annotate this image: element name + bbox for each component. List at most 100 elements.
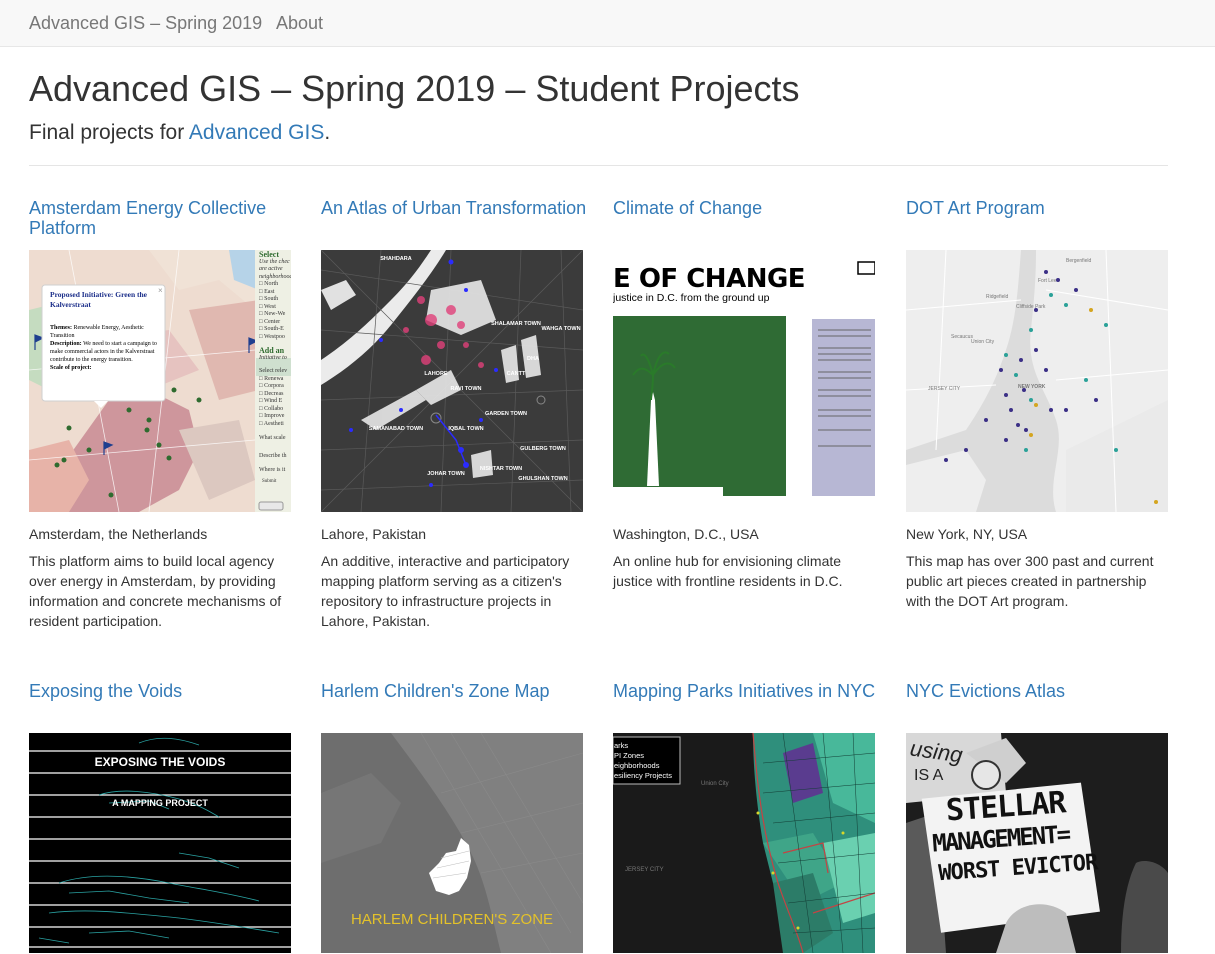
- project-thumbnail[interactable]: HARLEM CHILDREN'S ZONE: [321, 733, 583, 953]
- project-description: An additive, interactive and participato…: [321, 553, 570, 629]
- map-label-nishtar: NISHTAR TOWN: [480, 466, 522, 472]
- voids-heading: EXPOSING THE VOIDS: [94, 755, 226, 769]
- neighborhood-option[interactable]: □ South: [259, 296, 291, 304]
- neighborhood-option[interactable]: □ New-We: [259, 311, 291, 319]
- project-title-link[interactable]: NYC Evictions Atlas: [906, 681, 1176, 733]
- neighborhood-option[interactable]: □ North: [259, 281, 291, 289]
- map-label-ghulshan: GHULSHAN TOWN: [518, 476, 567, 482]
- sidebar-intro-line-2: are active: [259, 266, 283, 272]
- theme-option[interactable]: □ Aestheti: [259, 421, 291, 429]
- project-card-harlem: Harlem Children's Zone Map HARLEM CHILDR…: [321, 681, 591, 953]
- voids-subheading: A MAPPING PROJECT: [112, 798, 208, 808]
- option-label: South: [264, 296, 279, 302]
- map-label-ravi: RAVI TOWN: [451, 386, 482, 392]
- lahore-map-thumbnail: SHAHDARA LAHORE SHALAMAR TOWN GARDEN TOW…: [321, 250, 583, 512]
- map-label-union-city: Union City: [701, 781, 729, 787]
- map-label-cantt: CANTT: [507, 371, 526, 377]
- project-card-amsterdam: Amsterdam Energy Collective Platform Pro…: [29, 198, 299, 631]
- project-thumbnail[interactable]: Fort Lee Cliffside Park Secaucus Union C…: [906, 250, 1168, 512]
- project-title-link[interactable]: An Atlas of Urban Transformation: [321, 198, 591, 250]
- project-card-evictions-atlas: NYC Evictions Atlas STELLAR MANAGEMENT= …: [906, 681, 1176, 953]
- page-lead: Final projects for Advanced GIS.: [29, 121, 330, 145]
- project-description: This platform aims to build local agency…: [29, 553, 282, 629]
- project-location: Lahore, Pakistan: [321, 526, 427, 542]
- project-location: Washington, D.C., USA: [613, 526, 759, 542]
- option-label: Decreas: [264, 390, 284, 397]
- option-label: Westpoo: [264, 333, 285, 340]
- option-label: East: [264, 288, 275, 295]
- scale-question: What scale: [259, 435, 286, 441]
- map-label-iqbal: IQBAL TOWN: [448, 426, 483, 432]
- project-thumbnail[interactable]: STELLAR MANAGEMENT= WORST EVICTOR using …: [906, 733, 1168, 953]
- project-description: An online hub for envisioning climate ju…: [613, 553, 843, 589]
- nav-about-link[interactable]: About: [276, 13, 323, 34]
- sidebar-intro-line-3: neighborhood: [259, 273, 291, 280]
- project-card-lahore: An Atlas of Urban Transformation SHAHDAR…: [321, 198, 591, 631]
- submit-button[interactable]: Submit: [259, 478, 291, 486]
- map-label-bergenfield: Bergenfield: [1066, 258, 1092, 264]
- project-thumbnail[interactable]: SHAHDARA LAHORE SHALAMAR TOWN GARDEN TOW…: [321, 250, 583, 512]
- theme-option[interactable]: □ Renewa: [259, 376, 291, 384]
- eviction-sign: STELLAR MANAGEMENT= WORST EVICTOR: [929, 784, 1125, 886]
- theme-option[interactable]: □ Decreas: [259, 391, 291, 399]
- header-divider: [29, 165, 1168, 166]
- map-label-shalamar: SHALAMAR TOWN: [491, 321, 541, 327]
- navbar-brand-link[interactable]: Advanced GIS – Spring 2019: [29, 13, 262, 34]
- neighborhood-option[interactable]: □ West: [259, 304, 291, 312]
- map-label-jersey-city: JERSEY CITY: [928, 386, 961, 392]
- sidebar-heading: Select: [259, 251, 279, 259]
- option-label: Aestheti: [263, 420, 284, 427]
- neighborhood-option[interactable]: □ Westpoo: [259, 334, 291, 342]
- advanced-gis-link[interactable]: Advanced GIS: [189, 121, 324, 144]
- add-select-label: Select relev: [259, 368, 288, 374]
- map-label-wahga: WAHGA TOWN: [541, 326, 580, 332]
- project-thumbnail[interactable]: arks PI Zones eighborhoods esiliency Pro…: [613, 733, 875, 953]
- project-title-link[interactable]: Climate of Change: [613, 198, 883, 250]
- project-title-link[interactable]: Mapping Parks Initiatives in NYC: [613, 681, 883, 733]
- theme-option[interactable]: □ Wind E: [259, 398, 291, 406]
- project-title-link[interactable]: Exposing the Voids: [29, 681, 299, 733]
- option-label: Center: [264, 318, 281, 325]
- describe-question: Describe th: [259, 452, 287, 459]
- project-thumbnail[interactable]: E OF CHANGE justice in D.C. from the gro…: [613, 250, 875, 512]
- map-label-cliffside-park: Cliffside Park: [1016, 304, 1046, 310]
- parks-legend: arks PI Zones eighborhoods esiliency Pro…: [614, 741, 672, 781]
- option-label: Corpora: [264, 383, 284, 389]
- neighborhood-option[interactable]: □ South-E: [259, 326, 291, 334]
- map-label-samanabad: SAMANABAD TOWN: [369, 426, 423, 432]
- option-label: North: [264, 281, 279, 287]
- project-title-link[interactable]: Amsterdam Energy Collective Platform: [29, 198, 299, 250]
- theme-option[interactable]: □ Improve: [259, 413, 291, 421]
- project-location: New York, NY, USA: [906, 526, 1028, 542]
- where-question: Where is it: [259, 467, 286, 473]
- project-thumbnail[interactable]: Proposed Initiative: Green the Kalverstr…: [29, 250, 291, 512]
- navbar: Advanced GIS – Spring 2019 About: [0, 0, 1215, 47]
- map-label-lahore: LAHORE: [424, 371, 448, 377]
- project-card-climate-of-change: Climate of Change E OF CHANGE justice in…: [613, 198, 883, 591]
- harlem-caption: HARLEM CHILDREN'S ZONE: [350, 911, 554, 928]
- map-label-jersey-city: JERSEY CITY: [625, 867, 664, 873]
- map-label-garden-town: GARDEN TOWN: [485, 411, 527, 417]
- add-initiative-heading: Add an: [259, 346, 285, 355]
- climate-subtitle: justice in D.C. from the ground up: [613, 292, 770, 304]
- map-label-new-york: NEW YORK: [1018, 384, 1046, 390]
- project-thumbnail[interactable]: EXPOSING THE VOIDS A MAPPING PROJECT: [29, 733, 291, 953]
- neighborhood-option[interactable]: □ East: [259, 289, 291, 297]
- map-label-union-city: Union City: [971, 339, 995, 345]
- climate-banner: E OF CHANGE: [613, 264, 806, 294]
- popup-scale: Scale of project:: [50, 365, 92, 371]
- project-card-exposing-the-voids: Exposing the Voids EXPOSING THE VOIDS A …: [29, 681, 299, 953]
- map-label-johar: JOHAR TOWN: [427, 471, 465, 477]
- option-label: New-We: [264, 311, 286, 317]
- legend-item: PI Zones: [614, 751, 645, 760]
- theme-option[interactable]: □ Corpora: [259, 383, 291, 391]
- theme-option[interactable]: □ Collabo: [259, 406, 291, 414]
- popup-title: Proposed Initiative: Green the Kalverstr…: [50, 290, 148, 309]
- legend-item: arks: [614, 741, 629, 750]
- map-sidebar: Select Use the chec are active neighborh…: [259, 251, 291, 485]
- project-card-dot-art: DOT Art Program Fort Lee Cliffside Park …: [906, 198, 1176, 611]
- lead-suffix: .: [324, 121, 331, 144]
- project-title-link[interactable]: Harlem Children's Zone Map: [321, 681, 591, 733]
- neighborhood-option[interactable]: □ Center: [259, 319, 291, 327]
- project-title-link[interactable]: DOT Art Program: [906, 198, 1176, 250]
